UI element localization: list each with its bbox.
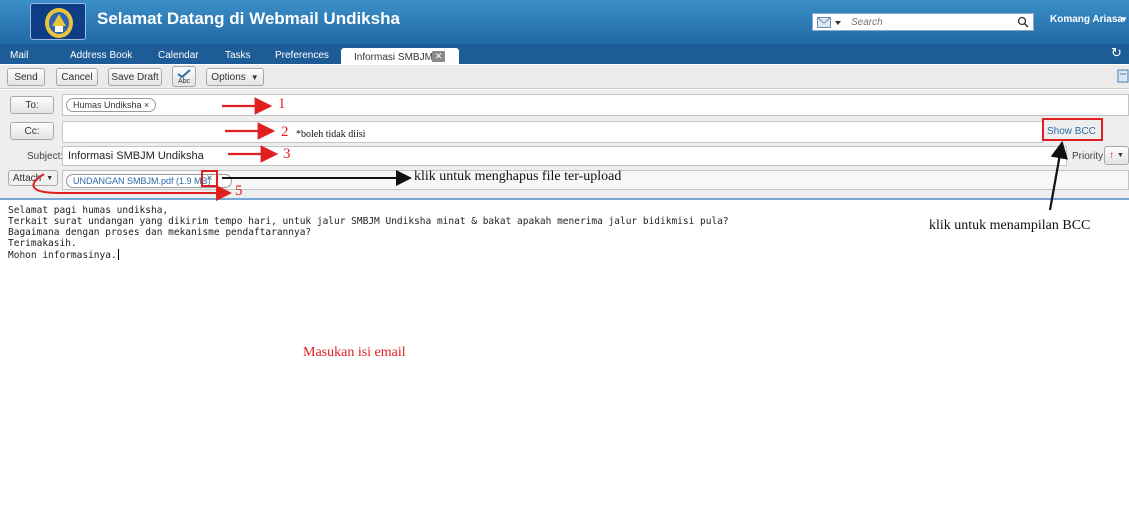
annotation-number-1: 1	[278, 96, 286, 112]
annotation-cc-note: *boleh tidak diisi	[296, 129, 366, 140]
annotation-bcc-note: klik untuk menampilan BCC	[929, 218, 1091, 233]
annotation-number-3: 3	[283, 146, 291, 162]
webmail-compose-window: Selamat Datang di Webmail Undiksha Koman…	[0, 0, 1129, 528]
annotation-arrow-5	[32, 173, 232, 201]
annotation-layer	[32, 97, 1068, 211]
annotation-number-5: 5	[235, 183, 243, 199]
annotation-remove-note: klik untuk menghapus file ter-upload	[414, 169, 622, 184]
annotation-body-note: Masukan isi email	[303, 345, 406, 360]
annotation-arrow-bcc	[1048, 140, 1068, 211]
annotation-number-2: 2	[281, 124, 289, 140]
